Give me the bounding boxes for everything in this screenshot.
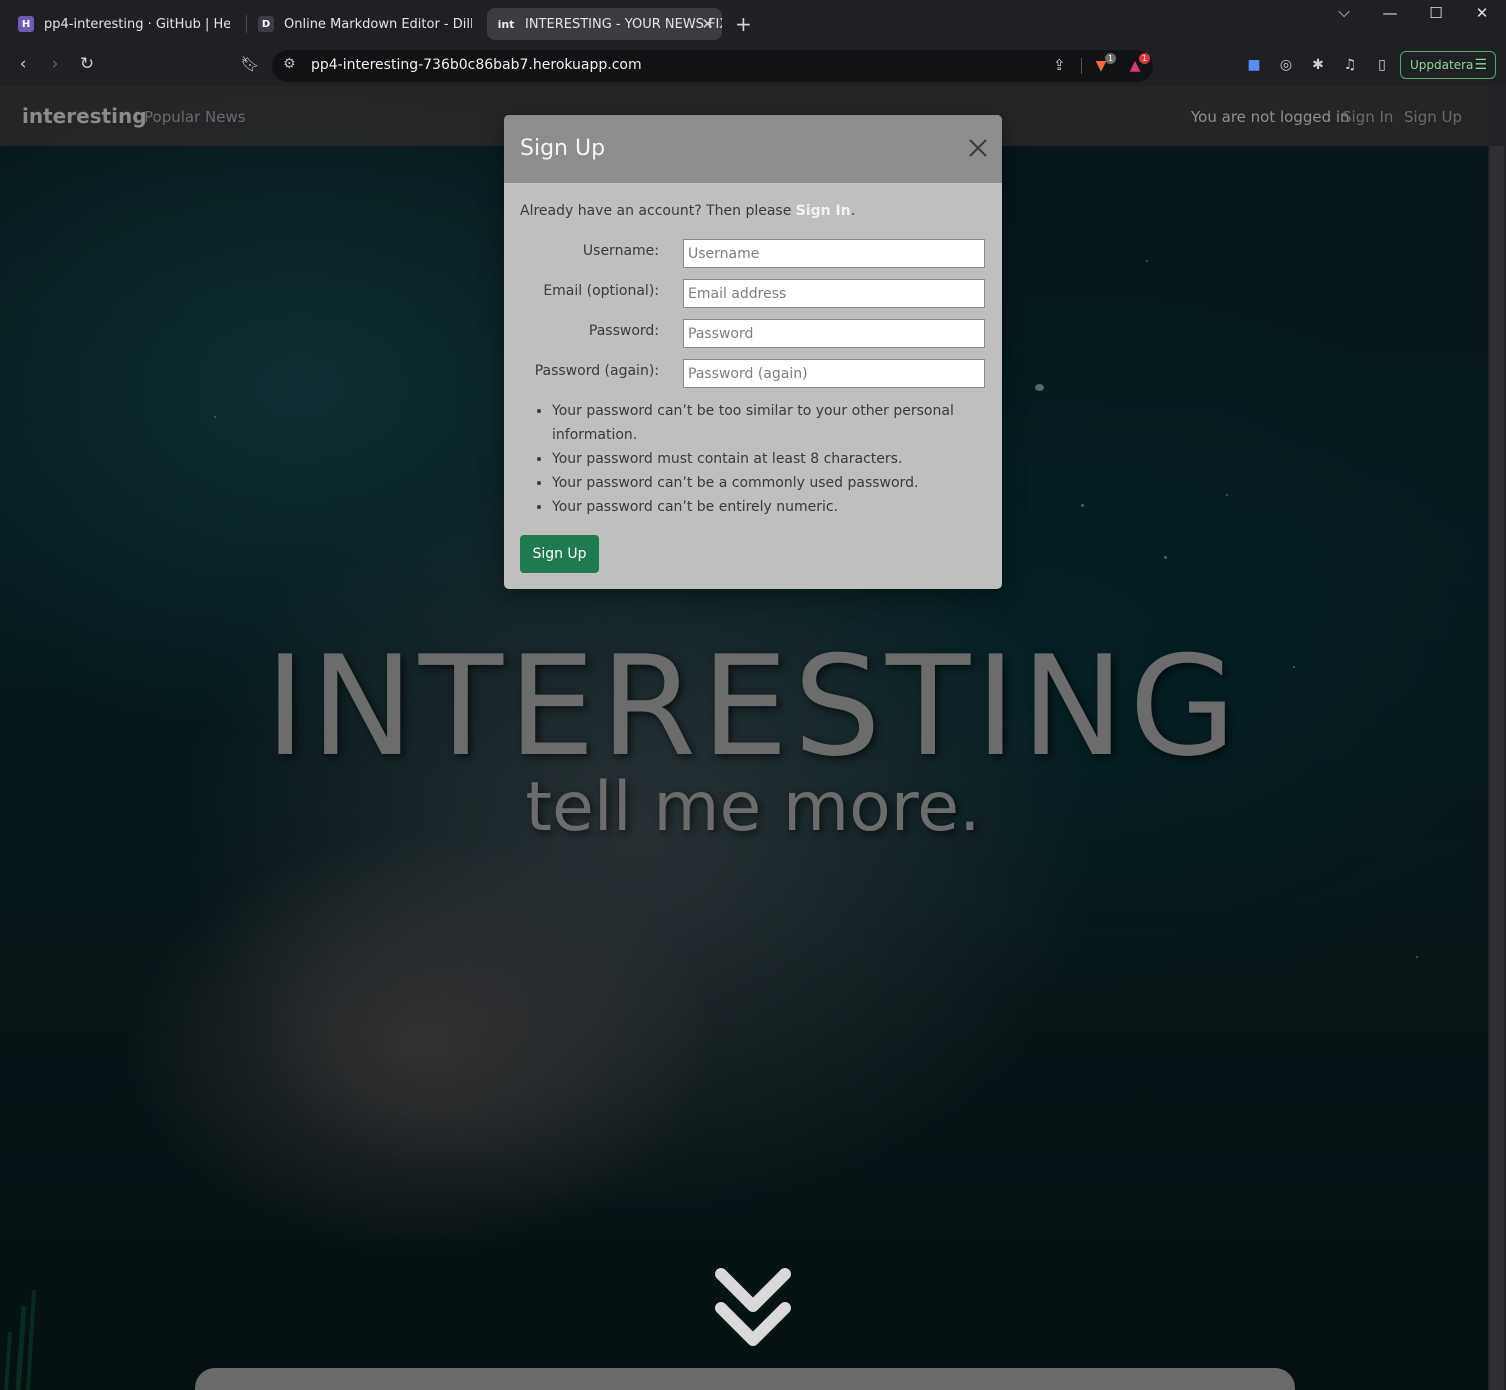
tab-label: pp4-interesting · GitHub | Heroku bbox=[44, 16, 230, 32]
site-settings-icon[interactable]: ⚙ bbox=[283, 56, 296, 72]
signup-modal: Sign Up Already have an account? Then pl… bbox=[504, 115, 1002, 589]
grass-decoration bbox=[4, 1289, 36, 1390]
heroku-favicon-icon: H bbox=[18, 16, 34, 32]
brave-rewards-icon[interactable]: ▲ 1 bbox=[1126, 53, 1150, 75]
password-rule: Your password can’t be too similar to yo… bbox=[552, 399, 1002, 447]
scroll-down-chevron-icon[interactable] bbox=[711, 1266, 795, 1352]
maximize-icon[interactable]: ☐ bbox=[1421, 4, 1451, 22]
tab-heroku[interactable]: H pp4-interesting · GitHub | Heroku bbox=[18, 8, 230, 40]
username-label: Username: bbox=[582, 243, 659, 259]
tab-dillinger[interactable]: D Online Markdown Editor - Dillinger, T bbox=[258, 8, 472, 40]
share-icon[interactable]: ⇪ bbox=[1053, 56, 1066, 74]
brave-shields-icon[interactable]: ▼ 1 bbox=[1092, 53, 1116, 75]
rewards-badge: 1 bbox=[1139, 53, 1150, 64]
incognito-extension-icon[interactable]: ◎ bbox=[1277, 56, 1295, 74]
hero-subtitle: tell me more. bbox=[525, 768, 981, 847]
nav-popular-news[interactable]: Popular News bbox=[144, 108, 246, 126]
password-field[interactable] bbox=[683, 319, 985, 348]
tab-label: INTERESTING - YOUR NEWS FIX bbox=[525, 16, 722, 32]
bitwarden-extension-icon[interactable]: ■ bbox=[1245, 56, 1263, 74]
shields-badge: 1 bbox=[1105, 53, 1116, 64]
new-tab-icon[interactable]: + bbox=[735, 12, 752, 36]
email-field[interactable] bbox=[683, 279, 985, 308]
site-brand[interactable]: interesting bbox=[22, 104, 147, 128]
password-rule: Your password must contain at least 8 ch… bbox=[552, 447, 1002, 471]
intro-text: Already have an account? Then please bbox=[520, 203, 796, 219]
update-label: Uppdatera bbox=[1410, 58, 1474, 72]
signin-link[interactable]: Sign In bbox=[796, 203, 851, 219]
tab-search-chevron-icon[interactable]: ⌵ bbox=[1329, 3, 1359, 21]
intro-suffix: . bbox=[850, 203, 856, 219]
url-text: pp4-interesting-736b0c86bab7.herokuapp.c… bbox=[311, 57, 642, 73]
modal-header: Sign Up bbox=[504, 115, 1002, 183]
tab-interesting[interactable]: int INTERESTING - YOUR NEWS FIX ✕ bbox=[487, 8, 722, 40]
interesting-favicon-icon: int bbox=[497, 17, 515, 31]
signin-prompt: Already have an account? Then please Sig… bbox=[520, 203, 855, 219]
address-bar[interactable]: ⚙ pp4-interesting-736b0c86bab7.herokuapp… bbox=[272, 50, 1153, 82]
scrollbar-thumb[interactable] bbox=[1490, 146, 1504, 1390]
login-status: You are not logged in bbox=[1191, 108, 1350, 126]
browser-toolbar: ‹ › ↻ 🔖︎ ⚙ pp4-interesting-736b0c86bab7.… bbox=[0, 46, 1506, 86]
update-browser-button[interactable]: Uppdatera ☰ bbox=[1400, 51, 1496, 79]
password-rules-list: Your password can’t be too similar to yo… bbox=[520, 399, 1002, 519]
email-label: Email (optional): bbox=[543, 283, 659, 299]
hero-title: INTERESTING bbox=[264, 626, 1242, 787]
password-again-label: Password (again): bbox=[534, 363, 659, 379]
modal-title: Sign Up bbox=[520, 136, 606, 161]
password-rule: Your password can’t be entirely numeric. bbox=[552, 495, 1002, 519]
hamburger-menu-icon[interactable]: ☰ bbox=[1474, 57, 1487, 73]
forward-icon[interactable]: › bbox=[43, 54, 67, 74]
tab-label: Online Markdown Editor - Dillinger, T bbox=[284, 16, 472, 32]
content-card bbox=[195, 1368, 1295, 1390]
bookmark-icon[interactable]: 🔖︎ bbox=[238, 55, 262, 73]
signup-submit-button[interactable]: Sign Up bbox=[520, 535, 599, 573]
tab-separator bbox=[246, 15, 247, 33]
dillinger-favicon-icon: D bbox=[258, 16, 274, 32]
password-label: Password: bbox=[588, 323, 659, 339]
username-field[interactable] bbox=[683, 239, 985, 268]
omnibox-divider bbox=[1081, 58, 1082, 74]
nav-sign-up[interactable]: Sign Up bbox=[1404, 108, 1462, 126]
sidebar-toggle-icon[interactable]: ▯ bbox=[1373, 56, 1391, 74]
media-music-icon[interactable]: ♫ bbox=[1341, 56, 1359, 74]
back-icon[interactable]: ‹ bbox=[11, 54, 35, 74]
password-rule: Your password can’t be a commonly used p… bbox=[552, 471, 1002, 495]
password-again-field[interactable] bbox=[683, 359, 985, 388]
nav-sign-in[interactable]: Sign In bbox=[1342, 108, 1393, 126]
close-window-icon[interactable]: ✕ bbox=[1467, 4, 1497, 22]
tab-close-icon[interactable]: ✕ bbox=[701, 15, 714, 33]
reload-icon[interactable]: ↻ bbox=[75, 54, 99, 74]
minimize-icon[interactable]: — bbox=[1375, 4, 1405, 22]
extensions-puzzle-icon[interactable]: ✱ bbox=[1309, 56, 1327, 74]
close-icon[interactable] bbox=[967, 137, 989, 159]
tab-strip: H pp4-interesting · GitHub | Heroku D On… bbox=[0, 0, 1506, 46]
